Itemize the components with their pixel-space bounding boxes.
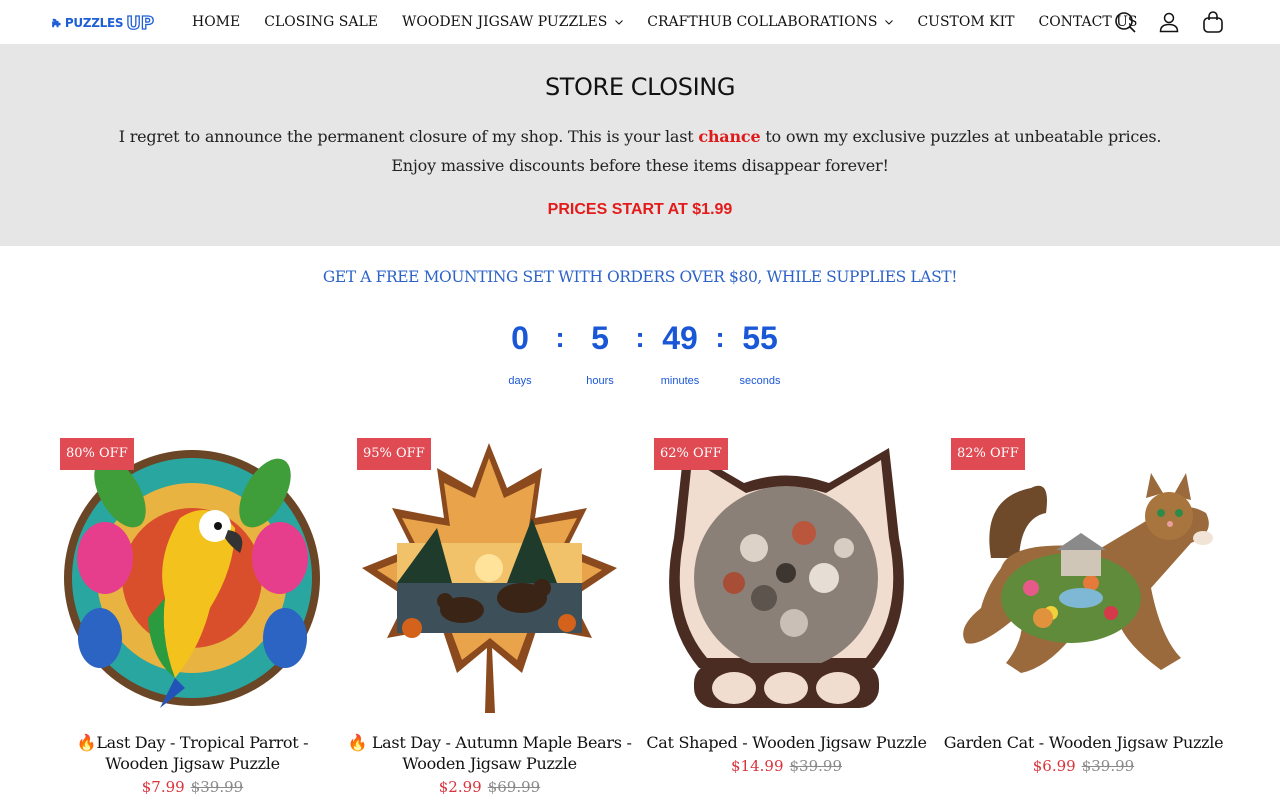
countdown-days-value: 0 [511,320,529,356]
store-closing-banner: STORE CLOSING I regret to announce the p… [0,45,1280,246]
product-price: $14.99 $39.99 [644,757,929,775]
original-price: $39.99 [789,757,843,775]
prices-start-at: PRICES START AT $1.99 [547,201,733,218]
nav-custom-kit-label: CUSTOM KIT [917,14,1015,30]
cart-icon[interactable] [1202,10,1224,34]
product-price: $6.99 $39.99 [941,757,1226,775]
countdown-minutes-label: minutes [660,375,700,387]
logo-text: PUZZLES [64,16,124,30]
product-card-tropical-parrot[interactable]: 80% OFF 🔥Last Day - Tropical Parrot - Wo… [50,430,335,800]
product-image-garden-cat[interactable] [951,438,1216,718]
free-mounting-set-promo: GET A FREE MOUNTING SET WITH ORDERS OVER… [322,268,958,286]
banner-line1-before: I regret to announce the permanent closu… [118,127,699,146]
countdown-minutes-value: 49 [662,320,698,356]
product-price: $2.99 $69.99 [347,778,632,796]
nav-closing-sale[interactable]: CLOSING SALE [264,14,378,30]
chevron-down-icon [615,20,624,25]
discount-badge: 80% OFF [60,438,134,470]
product-title-line2: Wooden Jigsaw Puzzle [402,754,577,773]
banner-message-line2: Enjoy massive discounts before these ite… [391,156,889,175]
nav-crafthub-collaborations-label: CRAFTHUB COLLABORATIONS [647,14,878,30]
nav-home[interactable]: HOME [192,14,240,30]
nav-custom-kit[interactable]: CUSTOM KIT [917,14,1014,30]
original-price: $39.99 [190,778,244,796]
product-title-line1: Cat Shaped - Wooden Jigsaw Puzzle [646,733,927,752]
nav-wooden-jigsaw-puzzles[interactable]: WOODEN JIGSAW PUZZLES [401,14,624,30]
site-header: PUZZLES UP HOME CLOSING SALE WOODEN JIGS… [0,0,1280,45]
product-title-line1: 🔥 Last Day - Autumn Maple Bears - [347,733,632,752]
discount-badge: 95% OFF [357,438,431,470]
nav-wooden-jigsaw-puzzles-label: WOODEN JIGSAW PUZZLES [401,14,608,30]
header-icons [1114,10,1224,34]
chevron-down-icon [885,20,894,25]
product-card-garden-cat[interactable]: 82% OFF Garden Cat - Wooden Jigsaw Puzzl… [941,430,1226,800]
countdown-seconds: 55 seconds [720,318,800,387]
countdown-minutes: 49 minutes [640,318,720,387]
discount-badge: 62% OFF [654,438,728,470]
countdown-seconds-label: seconds [739,375,781,387]
countdown-days-label: days [508,375,532,387]
banner-message-line1: I regret to announce the permanent closu… [0,127,1280,146]
product-title-line1: 🔥Last Day - Tropical Parrot - [76,733,309,752]
store-logo[interactable]: PUZZLES UP [50,9,155,37]
banner-line1-highlight: chance [698,127,761,146]
countdown-hours: 5 hours [560,318,640,387]
account-icon[interactable] [1158,10,1180,34]
countdown-hours-value: 5 [591,320,609,356]
nav-home-label: HOME [192,14,241,30]
product-grid: 80% OFF 🔥Last Day - Tropical Parrot - Wo… [50,430,1230,800]
product-image-autumn-maple-bears[interactable] [357,438,622,718]
search-icon[interactable] [1114,10,1136,34]
nav-crafthub-collaborations[interactable]: CRAFTHUB COLLABORATIONS [647,14,894,30]
product-title[interactable]: Cat Shaped - Wooden Jigsaw Puzzle [644,732,929,753]
product-image-cat-shaped[interactable] [654,438,919,718]
product-price: $7.99 $39.99 [50,778,335,796]
logo-up-text: UP [126,12,155,34]
original-price: $69.99 [487,778,541,796]
product-image-tropical-parrot[interactable] [60,438,325,718]
product-title[interactable]: Garden Cat - Wooden Jigsaw Puzzle [941,732,1226,753]
product-title[interactable]: 🔥Last Day - Tropical Parrot - Wooden Jig… [50,732,335,774]
product-title-line2: Wooden Jigsaw Puzzle [105,754,280,773]
sale-price: $6.99 [1032,757,1076,775]
product-card-cat-shaped[interactable]: 62% OFF Cat Shaped - Wooden Jigsaw Puzzl… [644,430,929,800]
countdown-hours-label: hours [586,375,614,387]
countdown-days: 0 days [480,318,560,387]
product-title-line1: Garden Cat - Wooden Jigsaw Puzzle [943,733,1224,752]
sale-price: $14.99 [731,757,784,775]
banner-title: STORE CLOSING [544,73,736,101]
sale-price: $7.99 [141,778,185,796]
product-card-autumn-maple-bears[interactable]: 95% OFF 🔥 Last Day - Autumn Maple Bears … [347,430,632,800]
sale-price: $2.99 [438,778,482,796]
countdown-timer: 0 days : 5 hours : 49 minutes : 55 secon… [480,318,800,398]
main-nav: HOME CLOSING SALE WOODEN JIGSAW PUZZLES … [192,0,1162,44]
original-price: $39.99 [1081,757,1135,775]
discount-badge: 82% OFF [951,438,1025,470]
countdown-seconds-value: 55 [742,320,778,356]
puzzle-piece-icon [52,18,61,28]
nav-closing-sale-label: CLOSING SALE [264,14,378,30]
product-title[interactable]: 🔥 Last Day - Autumn Maple Bears - Wooden… [347,732,632,774]
banner-line1-after: to own my exclusive puzzles at unbeatabl… [760,127,1162,146]
